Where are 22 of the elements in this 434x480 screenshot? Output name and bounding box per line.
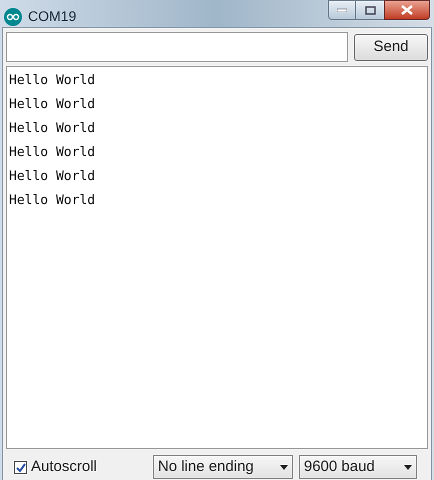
minimize-button[interactable] [328, 0, 356, 20]
app-logo-icon [4, 8, 22, 26]
line-ending-dropdown[interactable]: No line ending [152, 455, 293, 479]
minimize-icon [337, 8, 347, 12]
autoscroll-label: Autoscroll [31, 456, 97, 477]
caret-icon [280, 464, 288, 470]
output-line: Hello World [9, 72, 96, 90]
maximize-icon [364, 6, 376, 14]
output-line: Hello World [9, 144, 96, 162]
close-button[interactable] [384, 0, 430, 20]
output-line: Hello World [9, 192, 96, 210]
caret-icon [404, 464, 412, 470]
baud-dropdown[interactable]: 9600 baud [298, 455, 417, 479]
window-title: COM19 [28, 7, 76, 26]
output-line: Hello World [9, 168, 96, 186]
input-field[interactable] [6, 32, 348, 62]
close-icon [401, 5, 413, 15]
output-line: Hello World [9, 96, 96, 114]
maximize-button[interactable] [356, 0, 384, 20]
send-button[interactable]: Send [354, 34, 428, 60]
output-line: Hello World [9, 120, 96, 138]
autoscroll-checkbox[interactable] [14, 460, 27, 474]
